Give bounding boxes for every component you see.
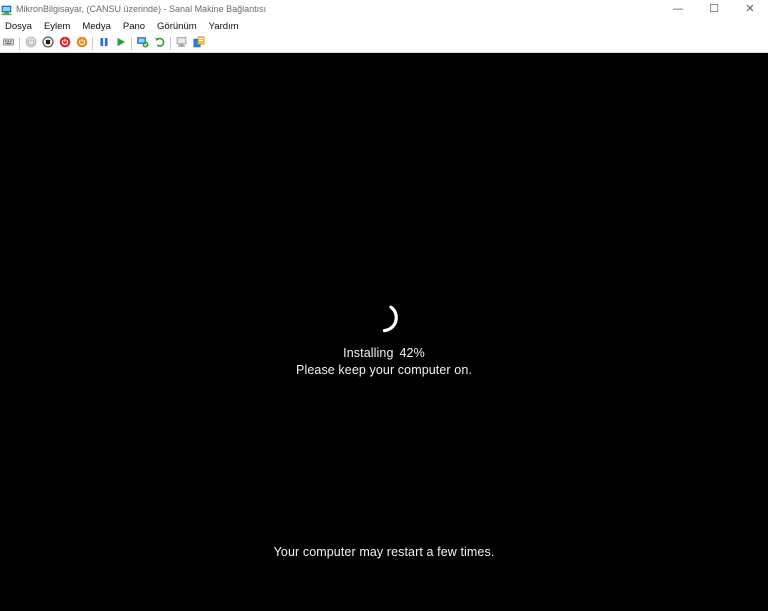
toolbar-separator <box>92 37 93 50</box>
turn-off-button[interactable] <box>41 35 55 53</box>
loading-spinner-icon <box>371 303 405 337</box>
close-button[interactable]: ✕ <box>732 0 768 17</box>
toolbar-separator <box>19 37 20 50</box>
menu-gorunum[interactable]: Görünüm <box>151 21 203 32</box>
share-button[interactable] <box>192 35 206 53</box>
title-bar: MikronBilgisayar, (CANSU üzerinde) - San… <box>0 0 768 17</box>
toolbar <box>0 35 768 53</box>
menu-medya[interactable]: Medya <box>76 21 117 32</box>
ctrl-alt-del-icon <box>2 35 15 53</box>
restart-note: Your computer may restart a few times. <box>273 545 495 559</box>
vm-connection-window: MikronBilgisayar, (CANSU üzerinde) - San… <box>0 0 768 611</box>
menu-dosya[interactable]: Dosya <box>0 21 38 32</box>
save-state-icon <box>76 35 88 53</box>
shut-down-button[interactable] <box>58 35 72 53</box>
turn-off-icon <box>42 35 54 53</box>
save-state-button[interactable] <box>75 35 89 53</box>
guest-display[interactable]: Installing 42% Please keep your computer … <box>0 54 768 611</box>
window-controls: — ☐ ✕ <box>660 0 768 17</box>
menu-pano[interactable]: Pano <box>117 21 151 32</box>
install-status: Installing 42% <box>0 346 768 360</box>
revert-icon <box>154 35 166 53</box>
installing-label: Installing <box>343 346 394 360</box>
vm-connection-app-icon <box>1 3 13 15</box>
start-button[interactable] <box>24 35 38 53</box>
menu-bar: Dosya Eylem Medya Pano Görünüm Yardım <box>0 17 768 35</box>
pause-button[interactable] <box>97 37 111 51</box>
checkpoint-icon <box>136 35 149 53</box>
keep-computer-on-message: Please keep your computer on. <box>296 363 472 377</box>
menu-eylem[interactable]: Eylem <box>38 21 76 32</box>
enhanced-session-icon <box>176 35 188 53</box>
maximize-button[interactable]: ☐ <box>696 0 732 17</box>
enhanced-session-button[interactable] <box>175 35 189 53</box>
resume-icon <box>115 35 127 53</box>
resume-button[interactable] <box>114 37 128 51</box>
toolbar-separator <box>131 37 132 50</box>
start-icon <box>25 35 37 53</box>
minimize-button[interactable]: — <box>660 0 696 17</box>
window-title: MikronBilgisayar, (CANSU üzerinde) - San… <box>16 3 267 14</box>
pause-icon <box>98 35 110 53</box>
share-icon <box>193 35 205 53</box>
shut-down-icon <box>59 35 71 53</box>
revert-button[interactable] <box>153 37 167 51</box>
checkpoint-button[interactable] <box>136 35 150 53</box>
menu-yardim[interactable]: Yardım <box>203 21 245 32</box>
toolbar-separator <box>170 37 171 50</box>
install-percent: 42% <box>399 346 425 360</box>
ctrl-alt-del-button[interactable] <box>2 37 16 51</box>
